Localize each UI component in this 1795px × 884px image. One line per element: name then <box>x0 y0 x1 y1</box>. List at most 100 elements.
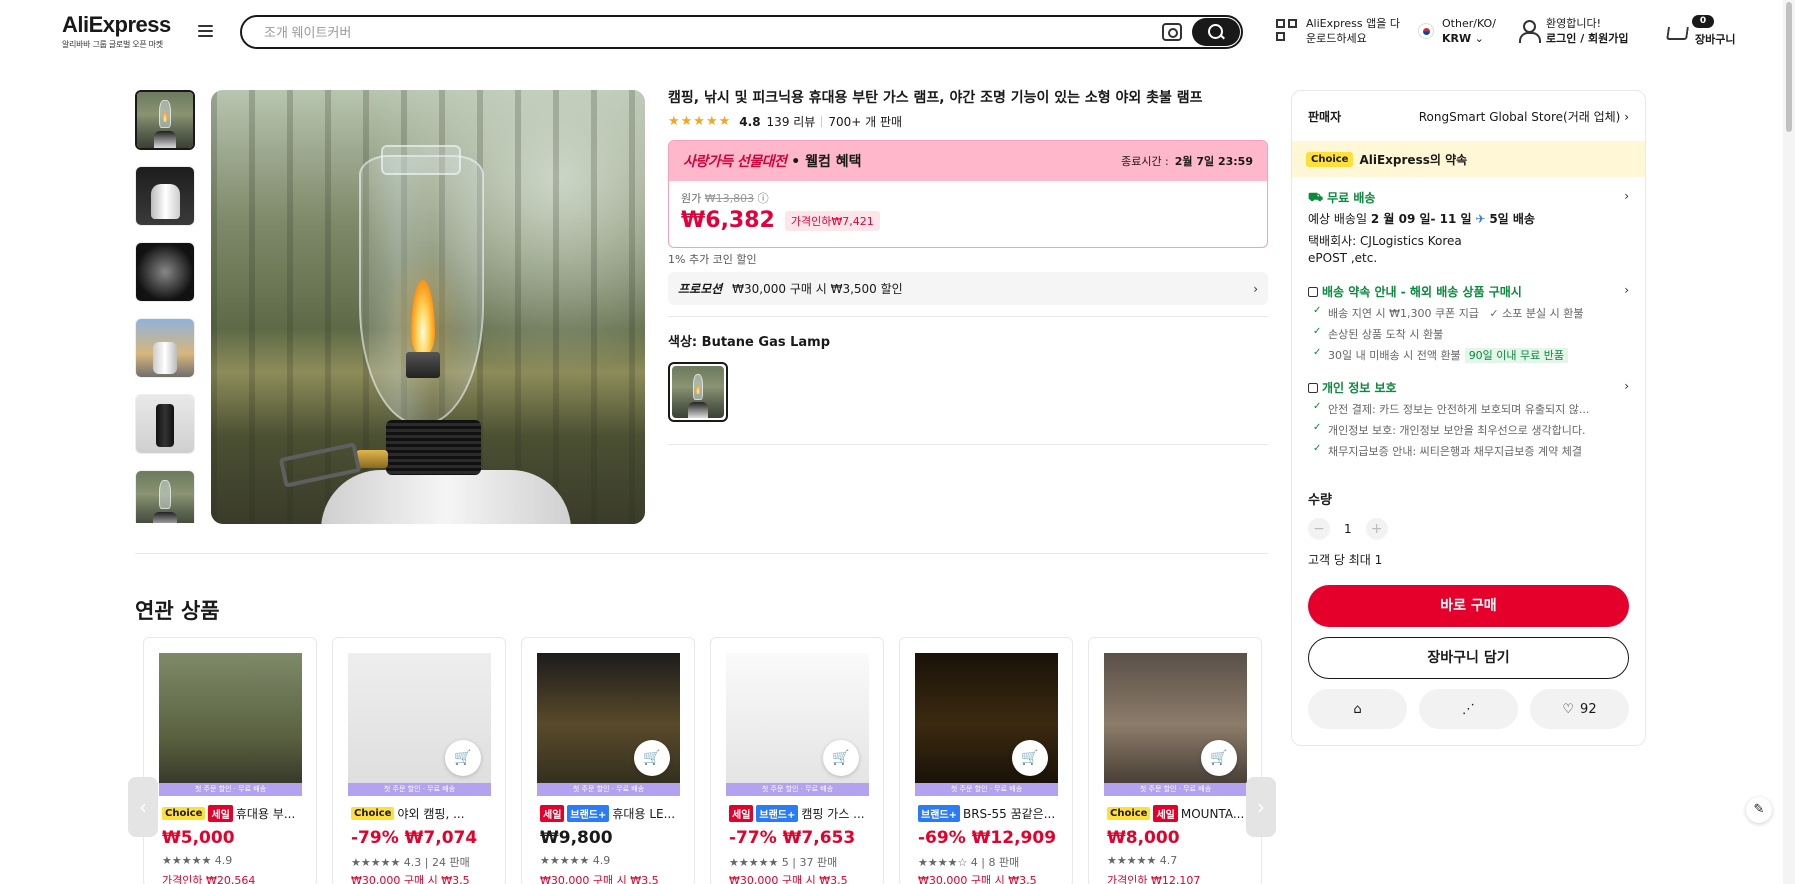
quantity-value[interactable]: 1 <box>1344 522 1352 536</box>
logo-text: AliExpress <box>62 12 171 37</box>
decrease-button[interactable]: − <box>1308 518 1330 540</box>
related-product-promo: ₩30,000 구매 시 ₩3,5 <box>351 874 470 884</box>
color-option[interactable] <box>668 362 728 422</box>
image-search-icon[interactable] <box>1162 23 1182 41</box>
shipping-section[interactable]: ⛟ 무료 배송 › 예상 배송일 2 월 09 일- 11 일 ✈ 5일 배송 택… <box>1292 185 1645 271</box>
review-count[interactable]: 139 리뷰 <box>767 113 816 130</box>
thumbnail-list <box>135 90 197 523</box>
product-tag: 세일 <box>729 805 754 822</box>
choice-promise-text: AliExpress의 약속 <box>1359 152 1468 167</box>
related-product-name: 세일 브랜드+ 캠핑 가스 ... <box>729 805 874 822</box>
related-product-name: 세일 브랜드+ 휴대용 LE... <box>540 805 685 822</box>
product-tag: Choice <box>1107 807 1151 820</box>
search-bar <box>240 15 1243 49</box>
promo-strip: 첫 주문 할인 · 무료 배송 <box>537 783 680 796</box>
header: AliExpress 알리바바 그룹 글로벌 오픈 마켓 AliExpress … <box>0 0 1795 62</box>
share-button[interactable]: ⋰ <box>1419 689 1518 729</box>
related-product-card[interactable]: 첫 주문 할인 · 무료 배송 🛒 브랜드+ BRS-55 꿈같은... -69% ₩1… <box>899 637 1073 884</box>
add-to-cart-icon[interactable]: 🛒 <box>634 740 670 776</box>
related-product-image[interactable]: 첫 주문 할인 · 무료 배송 🛒 <box>348 653 491 796</box>
free-return-badge: 90일 이내 무료 반품 <box>1464 348 1569 363</box>
promotion-bar[interactable]: 프로모션 ₩30,000 구매 시 ₩3,500 할인 › <box>668 272 1268 305</box>
related-product-card[interactable]: 첫 주문 할인 · 무료 배송 🛒 세일 브랜드+ 휴대용 LE... ₩9,800 ★★★… <box>521 637 695 884</box>
thumbnail[interactable] <box>135 90 195 150</box>
chevron-right-icon: › <box>1624 189 1629 203</box>
promotion-text: ₩30,000 구매 시 ₩3,500 할인 <box>732 282 903 296</box>
related-product-promo: 가격인하 ₩12,107 <box>1107 874 1201 884</box>
related-product-card[interactable]: 첫 주문 할인 · 무료 배송 🛒 Choice 세일 MOUNTA... ₩8,000 ★… <box>1088 637 1262 884</box>
aliexpress-logo[interactable]: AliExpress 알리바바 그룹 글로벌 오픈 마켓 <box>62 12 171 50</box>
info-icon[interactable]: ⓘ <box>758 192 769 205</box>
korea-flag-icon <box>1418 23 1434 39</box>
related-product-price: ₩5,000 <box>162 828 235 848</box>
related-product-image[interactable]: 첫 주문 할인 · 무료 배송 🛒 <box>726 653 869 796</box>
buy-now-button[interactable]: 바로 구매 <box>1308 585 1629 627</box>
promo-strip: 첫 주문 할인 · 무료 배송 <box>1104 783 1247 796</box>
carrier-label: 택배회사: <box>1308 234 1357 248</box>
current-price: ₩6,382 <box>681 208 775 233</box>
app-download[interactable]: AliExpress 앱을 다 운로드하세요 <box>1276 16 1400 46</box>
carousel-next-button[interactable]: › <box>1246 777 1276 837</box>
thumbnail[interactable] <box>135 470 195 523</box>
search-button[interactable] <box>1192 18 1240 46</box>
locale-text: Other/KO/ <box>1442 17 1496 30</box>
related-product-rating: ★★★★★ 5 | 37 판매 <box>729 856 838 869</box>
related-product-card[interactable]: 첫 주문 할인 · 무료 배송 🛒 세일 브랜드+ 캠핑 가스 ... -77% ₩7,6… <box>710 637 884 884</box>
add-to-cart-icon[interactable]: 🛒 <box>823 740 859 776</box>
discount-tag: 가격인하₩7,421 <box>784 210 880 231</box>
seller-label: 판매자 <box>1308 109 1342 124</box>
product-tag: Choice <box>162 807 206 820</box>
add-to-cart-icon[interactable]: 🛒 <box>1201 740 1237 776</box>
add-to-cart-icon[interactable]: 🛒 <box>445 740 481 776</box>
carrier-korea: Korea <box>1427 234 1462 248</box>
thumbnail[interactable] <box>135 242 195 302</box>
add-to-cart-icon[interactable]: 🛒 <box>1012 740 1048 776</box>
coin-discount-note: 1% 추가 코인 할인 <box>668 253 757 266</box>
add-to-cart-button[interactable]: 장바구니 담기 <box>1308 637 1629 679</box>
increase-button[interactable]: + <box>1365 518 1388 540</box>
scrollbar[interactable] <box>1783 0 1795 884</box>
wishlist-button[interactable]: ♡ 92 <box>1530 689 1629 729</box>
privacy-section[interactable]: 개인 정보 보호 › 안전 결제: 카드 정보는 안전하게 보호되며 유출되지 … <box>1292 375 1645 463</box>
related-product-promo: 가격인하 ₩20,564 <box>162 874 256 884</box>
cart-label: 장바구니 <box>1695 33 1736 46</box>
account-menu[interactable]: 환영합니다! 로그인 / 회원가입 <box>1518 16 1629 46</box>
chevron-right-icon: › <box>1624 109 1629 124</box>
related-product-card[interactable]: 첫 주문 할인 · 무료 배송 Choice 세일 휴대용 부... ₩5,000 ★★★… <box>143 637 317 884</box>
thumbnail[interactable] <box>135 166 195 226</box>
related-product-rating: ★★★★★ 4.9 <box>540 854 611 867</box>
related-product-title: 야외 캠핑, ... <box>397 807 465 821</box>
related-product-image[interactable]: 첫 주문 할인 · 무료 배송 🛒 <box>1104 653 1247 796</box>
locale-selector[interactable]: Other/KO/ KRW ⌄ <box>1418 16 1496 46</box>
color-label-row: 색상: Butane Gas Lamp <box>668 331 830 350</box>
delivery-guarantee-section[interactable]: 배송 약속 안내 - 해외 배송 상품 구매시 › 배송 지연 시 ₩1,300… <box>1292 279 1645 367</box>
login-link[interactable]: 로그인 / 회원가입 <box>1546 32 1629 45</box>
edit-icon[interactable]: ✎ <box>1746 797 1772 823</box>
carousel-prev-button[interactable]: ‹ <box>128 777 158 837</box>
related-product-title: MOUNTA... <box>1180 806 1245 821</box>
related-product-card[interactable]: 첫 주문 할인 · 무료 배송 🛒 Choice 야외 캠핑, ... -79% ₩7,… <box>332 637 506 884</box>
rating-row: ★★★★★ 4.8 139 리뷰 700+ 개 판매 <box>668 113 902 130</box>
product-tag: 브랜드+ <box>918 805 960 822</box>
main-product-image[interactable] <box>211 90 645 524</box>
promotion-label: 프로모션 <box>678 282 723 296</box>
sold-count: 700+ 개 판매 <box>828 115 903 129</box>
thumbnail[interactable] <box>135 318 195 378</box>
store-button[interactable]: ⌂ <box>1308 689 1407 729</box>
related-product-image[interactable]: 첫 주문 할인 · 무료 배송 🛒 <box>537 653 680 796</box>
promo-header: 사랑가득 선물대전 • 웰컴 혜택 종료시간 : 2월 7일 23:59 <box>669 141 1267 181</box>
search-input[interactable] <box>264 17 1144 47</box>
thumbnail[interactable] <box>135 394 195 454</box>
related-product-image[interactable]: 첫 주문 할인 · 무료 배송 <box>159 653 302 796</box>
chevron-down-icon: ⌄ <box>1474 32 1484 45</box>
seller-name[interactable]: RongSmart Global Store(거래 업체) <box>1419 110 1621 124</box>
divider <box>135 553 1268 554</box>
purchase-panel: 판매자 RongSmart Global Store(거래 업체) › Choi… <box>1291 90 1646 746</box>
guarantee-item: 30일 내 미배송 시 전액 환불90일 이내 무료 반품 <box>1308 347 1629 363</box>
delivery-label: 예상 배송일 <box>1308 212 1368 226</box>
related-product-image[interactable]: 첫 주문 할인 · 무료 배송 🛒 <box>915 653 1058 796</box>
seller-row[interactable]: 판매자 RongSmart Global Store(거래 업체) › <box>1292 91 1645 141</box>
cart-icon <box>1663 23 1687 45</box>
hamburger-menu-icon[interactable] <box>198 25 213 37</box>
guarantee-title: 배송 약속 안내 - 해외 배송 상품 구매시 <box>1322 285 1522 299</box>
